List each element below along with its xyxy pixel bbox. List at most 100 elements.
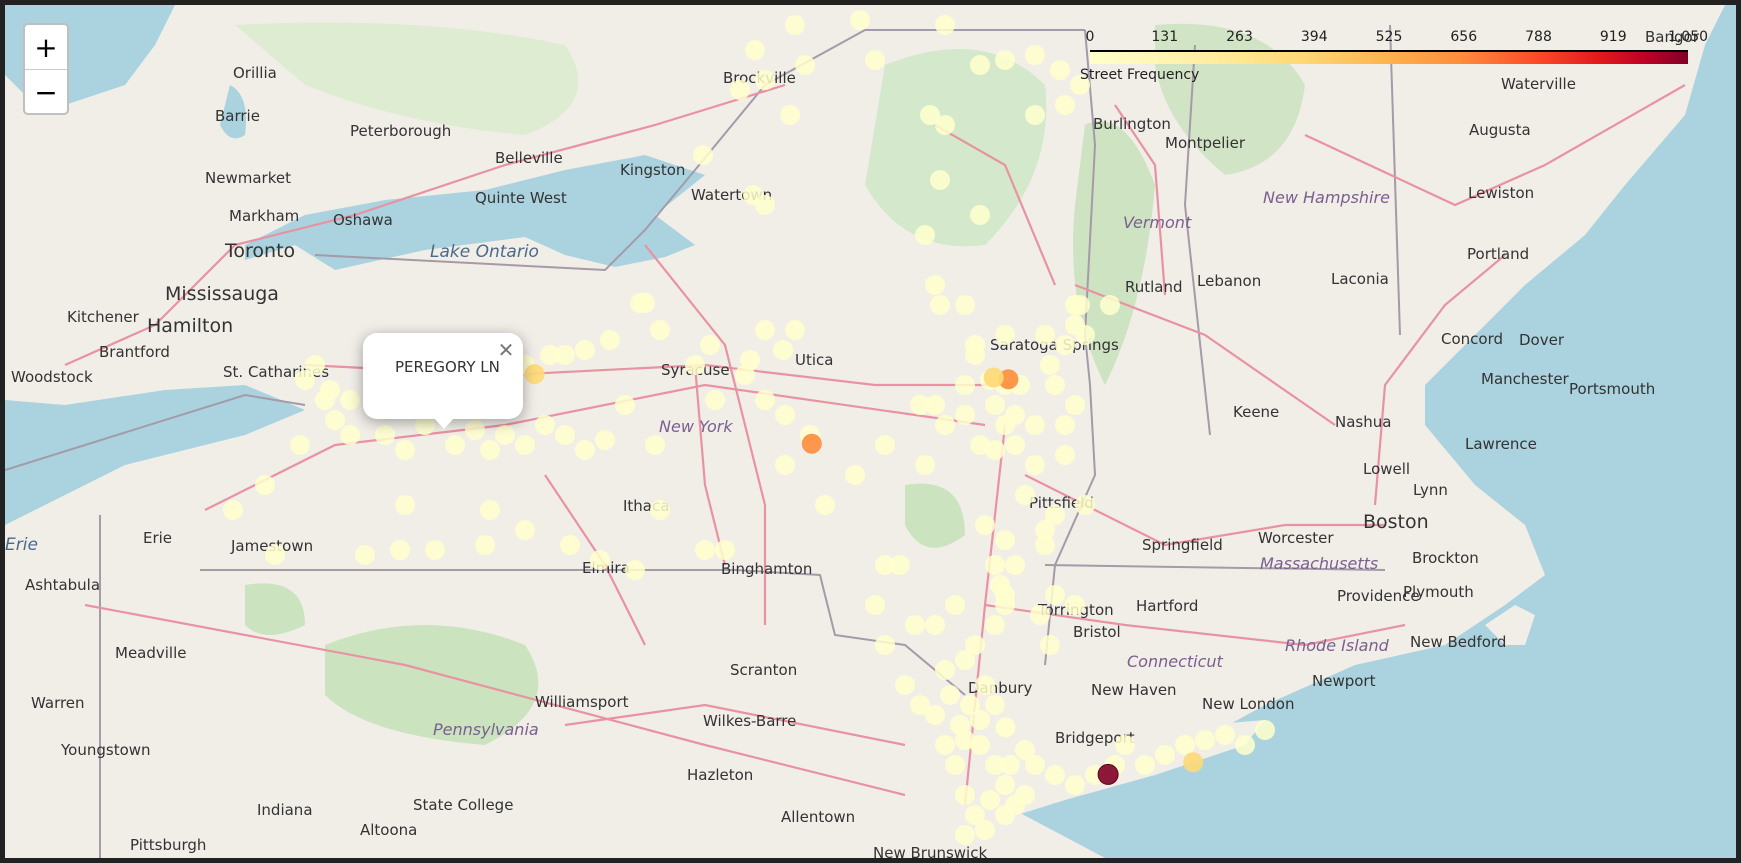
- address-point[interactable]: [325, 410, 345, 430]
- address-point[interactable]: [1065, 775, 1085, 795]
- address-point[interactable]: [1040, 355, 1060, 375]
- address-point[interactable]: [1055, 415, 1075, 435]
- address-point[interactable]: [1055, 335, 1075, 355]
- address-point[interactable]: [575, 440, 595, 460]
- address-point[interactable]: [780, 105, 800, 125]
- address-point[interactable]: [630, 293, 650, 313]
- address-point[interactable]: [1075, 495, 1095, 515]
- address-point[interactable]: [915, 225, 935, 245]
- address-point[interactable]: [1055, 445, 1075, 465]
- address-point[interactable]: [480, 440, 500, 460]
- address-point[interactable]: [890, 555, 910, 575]
- address-point[interactable]: [1035, 325, 1055, 345]
- address-point[interactable]: [920, 105, 940, 125]
- address-point[interactable]: [560, 535, 580, 555]
- address-point[interactable]: [340, 390, 360, 410]
- address-point[interactable]: [645, 435, 665, 455]
- address-point[interactable]: [785, 15, 805, 35]
- address-point[interactable]: [1155, 745, 1175, 765]
- address-point[interactable]: [315, 390, 335, 410]
- address-point[interactable]: [535, 415, 555, 435]
- address-point[interactable]: [575, 340, 595, 360]
- address-point[interactable]: [955, 405, 975, 425]
- address-point[interactable]: [290, 435, 310, 455]
- address-point[interactable]: [1005, 405, 1025, 425]
- address-point[interactable]: [755, 320, 775, 340]
- address-point[interactable]: [850, 10, 870, 30]
- address-point[interactable]: [1045, 585, 1065, 605]
- address-point[interactable]: [1175, 735, 1195, 755]
- address-point[interactable]: [995, 585, 1015, 605]
- address-point[interactable]: [985, 615, 1005, 635]
- address-point[interactable]: [895, 675, 915, 695]
- address-point[interactable]: [1035, 520, 1055, 540]
- address-point[interactable]: [940, 685, 960, 705]
- address-point[interactable]: [340, 425, 360, 445]
- address-point[interactable]: [1100, 295, 1120, 315]
- address-point[interactable]: [955, 785, 975, 805]
- address-point[interactable]: [1025, 455, 1045, 475]
- address-point[interactable]: [1070, 295, 1090, 315]
- address-point[interactable]: [695, 540, 715, 560]
- address-point[interactable]: [945, 595, 965, 615]
- address-point[interactable]: [910, 695, 930, 715]
- address-point[interactable]: [395, 440, 415, 460]
- address-point[interactable]: [705, 390, 725, 410]
- address-point[interactable]: [1135, 755, 1155, 775]
- address-point[interactable]: [970, 55, 990, 75]
- address-point[interactable]: [985, 695, 1005, 715]
- address-point[interactable]: [1045, 375, 1065, 395]
- address-point[interactable]: [955, 375, 975, 395]
- address-point[interactable]: [740, 350, 760, 370]
- address-point[interactable]: [995, 530, 1015, 550]
- address-point[interactable]: [555, 345, 575, 365]
- address-point[interactable]: [935, 415, 955, 435]
- address-point[interactable]: [985, 555, 1005, 575]
- address-point[interactable]: [1025, 415, 1045, 435]
- address-point[interactable]: [595, 430, 615, 450]
- address-point[interactable]: [1015, 485, 1035, 505]
- address-point[interactable]: [495, 425, 515, 445]
- address-point[interactable]: [985, 395, 1005, 415]
- map-canvas[interactable]: Lake Ontario Erie New York Vermont New H…: [5, 5, 1736, 858]
- address-point[interactable]: [515, 520, 535, 540]
- address-point[interactable]: [925, 615, 945, 635]
- street-frequency-point[interactable]: [983, 367, 1004, 388]
- address-point[interactable]: [965, 335, 985, 355]
- address-point[interactable]: [1025, 45, 1045, 65]
- address-point[interactable]: [465, 420, 485, 440]
- street-frequency-point[interactable]: [524, 364, 545, 385]
- address-point[interactable]: [995, 775, 1015, 795]
- address-point[interactable]: [693, 145, 713, 165]
- address-point[interactable]: [755, 390, 775, 410]
- address-point[interactable]: [1000, 755, 1020, 775]
- address-point[interactable]: [685, 355, 705, 375]
- address-point[interactable]: [745, 40, 765, 60]
- address-point[interactable]: [265, 545, 285, 565]
- address-point[interactable]: [650, 320, 670, 340]
- zoom-in-button[interactable]: +: [25, 25, 67, 69]
- address-point[interactable]: [930, 170, 950, 190]
- address-point[interactable]: [955, 825, 975, 845]
- address-point[interactable]: [935, 735, 955, 755]
- address-point[interactable]: [773, 340, 793, 360]
- address-point[interactable]: [915, 455, 935, 475]
- popup-close-button[interactable]: ✕: [495, 339, 517, 361]
- address-point[interactable]: [955, 295, 975, 315]
- address-point[interactable]: [980, 790, 1000, 810]
- address-point[interactable]: [625, 560, 645, 580]
- address-point[interactable]: [910, 395, 930, 415]
- address-point[interactable]: [905, 615, 925, 635]
- address-point[interactable]: [1065, 595, 1085, 615]
- address-point[interactable]: [970, 710, 990, 730]
- street-frequency-point[interactable]: [801, 433, 822, 454]
- address-point[interactable]: [355, 545, 375, 565]
- address-point[interactable]: [390, 540, 410, 560]
- address-point[interactable]: [223, 500, 243, 520]
- address-point[interactable]: [1055, 95, 1075, 115]
- address-point[interactable]: [865, 595, 885, 615]
- address-point[interactable]: [995, 50, 1015, 70]
- address-point[interactable]: [1030, 605, 1050, 625]
- address-point[interactable]: [785, 320, 805, 340]
- address-point[interactable]: [1045, 765, 1065, 785]
